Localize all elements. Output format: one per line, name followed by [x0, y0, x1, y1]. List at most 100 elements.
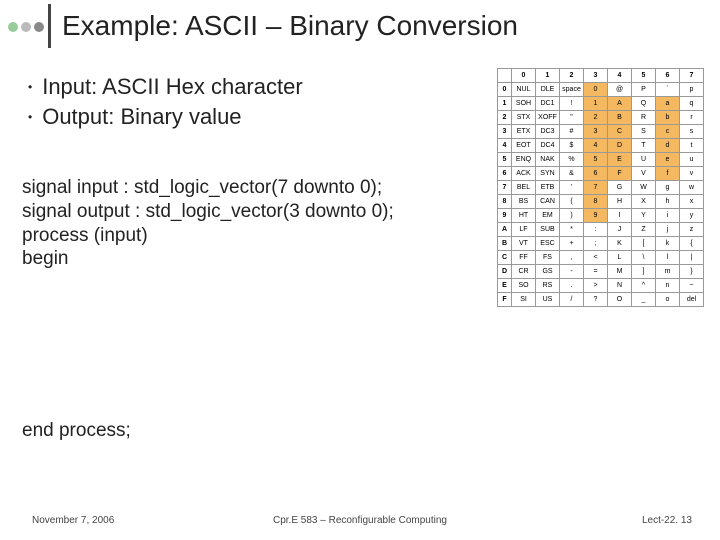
ascii-cell: [	[632, 237, 656, 251]
ascii-cell: l	[656, 251, 680, 265]
ascii-col-header: 1	[536, 69, 560, 83]
ascii-cell: HT	[512, 209, 536, 223]
ascii-cell: O	[608, 293, 632, 307]
ascii-cell: :	[584, 223, 608, 237]
title-divider	[48, 4, 51, 48]
ascii-cell: +	[560, 237, 584, 251]
ascii-row: 3ETXDC3#3CScs	[498, 125, 704, 139]
code-block: signal input : std_logic_vector(7 downto…	[22, 176, 394, 271]
ascii-col-header: 4	[608, 69, 632, 83]
ascii-cell: GS	[536, 265, 560, 279]
ascii-cell: R	[632, 111, 656, 125]
ascii-cell: SO	[512, 279, 536, 293]
ascii-cell: ETB	[536, 181, 560, 195]
ascii-cell: i	[656, 209, 680, 223]
ascii-cell: Y	[632, 209, 656, 223]
ascii-col-header: 0	[512, 69, 536, 83]
ascii-cell: 9	[584, 209, 608, 223]
ascii-cell: }	[680, 265, 704, 279]
ascii-row-header: D	[498, 265, 512, 279]
ascii-cell: SOH	[512, 97, 536, 111]
ascii-cell: V	[632, 167, 656, 181]
ascii-cell: VT	[512, 237, 536, 251]
ascii-row: 7BELETB'7GWgw	[498, 181, 704, 195]
code-line: begin	[22, 247, 394, 271]
ascii-row: 5ENQNAK%5EUeu	[498, 153, 704, 167]
ascii-cell: @	[608, 83, 632, 97]
ascii-cell: r	[680, 111, 704, 125]
accent-dots	[8, 22, 44, 32]
ascii-cell: j	[656, 223, 680, 237]
ascii-cell: DLE	[536, 83, 560, 97]
ascii-cell: STX	[512, 111, 536, 125]
ascii-row: DCRGS-=M]m}	[498, 265, 704, 279]
ascii-cell: ENQ	[512, 153, 536, 167]
ascii-cell: a	[656, 97, 680, 111]
dot-gray1	[21, 22, 31, 32]
ascii-cell: |	[680, 251, 704, 265]
code-line: process (input)	[22, 224, 394, 248]
ascii-cell: T	[632, 139, 656, 153]
ascii-row: CFFFS,<L\l|	[498, 251, 704, 265]
ascii-cell: u	[680, 153, 704, 167]
ascii-cell: #	[560, 125, 584, 139]
ascii-cell: !	[560, 97, 584, 111]
footer-course: Cpr.E 583 – Reconfigurable Computing	[273, 515, 447, 526]
bullet-dot: •	[28, 80, 32, 94]
ascii-row-header: F	[498, 293, 512, 307]
ascii-cell: `	[656, 83, 680, 97]
ascii-cell: Q	[632, 97, 656, 111]
ascii-cell: \	[632, 251, 656, 265]
ascii-cell: -	[560, 265, 584, 279]
bullet-dot: •	[28, 110, 32, 124]
ascii-cell: (	[560, 195, 584, 209]
ascii-cell: N	[608, 279, 632, 293]
code-line: signal output : std_logic_vector(3 downt…	[22, 200, 394, 224]
ascii-cell: /	[560, 293, 584, 307]
ascii-row-header: 6	[498, 167, 512, 181]
bullet-list: •Input: ASCII Hex character • Output: Bin…	[28, 74, 303, 134]
ascii-cell: w	[680, 181, 704, 195]
ascii-cell: '	[560, 181, 584, 195]
ascii-cell: US	[536, 293, 560, 307]
ascii-cell: ]	[632, 265, 656, 279]
ascii-cell: n	[656, 279, 680, 293]
ascii-cell: EM	[536, 209, 560, 223]
ascii-cell: DC4	[536, 139, 560, 153]
dot-green	[8, 22, 18, 32]
ascii-row: 6ACKSYN&6FVfv	[498, 167, 704, 181]
ascii-cell: SI	[512, 293, 536, 307]
slide-title: Example: ASCII – Binary Conversion	[62, 10, 518, 42]
ascii-cell: BS	[512, 195, 536, 209]
ascii-cell: ^	[632, 279, 656, 293]
ascii-cell: ACK	[512, 167, 536, 181]
ascii-cell: 5	[584, 153, 608, 167]
ascii-row: 1SOHDC1!1AQaq	[498, 97, 704, 111]
ascii-row-header: 7	[498, 181, 512, 195]
ascii-cell: 2	[584, 111, 608, 125]
ascii-cell: H	[608, 195, 632, 209]
ascii-cell: G	[608, 181, 632, 195]
ascii-cell: $	[560, 139, 584, 153]
bullet-item: • Output: Binary value	[28, 104, 303, 130]
ascii-cell: B	[608, 111, 632, 125]
ascii-cell: BEL	[512, 181, 536, 195]
ascii-cell: 0	[584, 83, 608, 97]
bullet-item: •Input: ASCII Hex character	[28, 74, 303, 100]
ascii-cell: DC1	[536, 97, 560, 111]
ascii-row: 9HTEM)9IYiy	[498, 209, 704, 223]
ascii-cell: p	[680, 83, 704, 97]
ascii-cell: A	[608, 97, 632, 111]
ascii-corner	[498, 69, 512, 83]
footer-lecture: Lect-22. 13	[642, 515, 692, 526]
ascii-cell: t	[680, 139, 704, 153]
bullet-text: Output: Binary value	[42, 104, 241, 130]
code-line: signal input : std_logic_vector(7 downto…	[22, 176, 394, 200]
ascii-cell: RS	[536, 279, 560, 293]
ascii-table: 0 1 2 3 4 5 6 7 0NULDLEspace0@P`p1SOHDC1…	[497, 68, 704, 307]
ascii-col-header: 6	[656, 69, 680, 83]
ascii-row: FSIUS/?O_odel	[498, 293, 704, 307]
dot-gray2	[34, 22, 44, 32]
ascii-cell: s	[680, 125, 704, 139]
ascii-cell: g	[656, 181, 680, 195]
